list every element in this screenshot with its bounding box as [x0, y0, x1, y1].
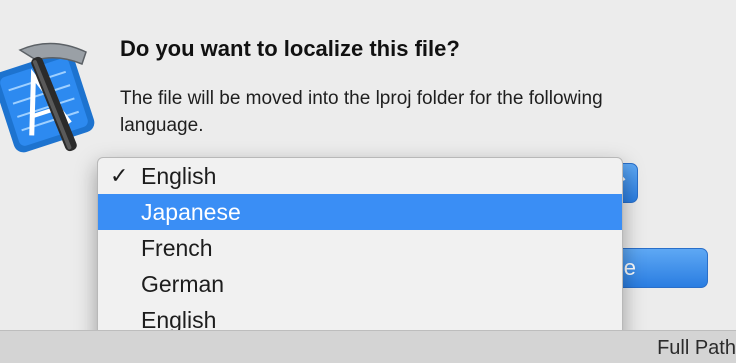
xcode-icon [0, 30, 110, 158]
menu-item-english[interactable]: ✓ English [98, 158, 622, 194]
menu-item-label: German [141, 271, 225, 297]
language-menu: ✓ English Japanese French German English [97, 157, 623, 355]
localize-dialog: Do you want to localize this file? The f… [0, 0, 736, 355]
menu-item-japanese[interactable]: Japanese [98, 194, 622, 230]
dialog-title: Do you want to localize this file? [120, 36, 460, 61]
menu-item-label: English [141, 163, 217, 189]
menu-item-label: French [141, 235, 213, 261]
dialog-message: The file will be moved into the lproj fo… [120, 88, 603, 136]
checkmark-icon: ✓ [110, 163, 129, 188]
menu-item-french[interactable]: French [98, 230, 622, 266]
menu-item-german[interactable]: German [98, 266, 622, 302]
background-inspector-strip: Full Path [0, 330, 736, 363]
full-path-label: Full Path [657, 337, 736, 359]
menu-item-label: Japanese [141, 199, 241, 225]
